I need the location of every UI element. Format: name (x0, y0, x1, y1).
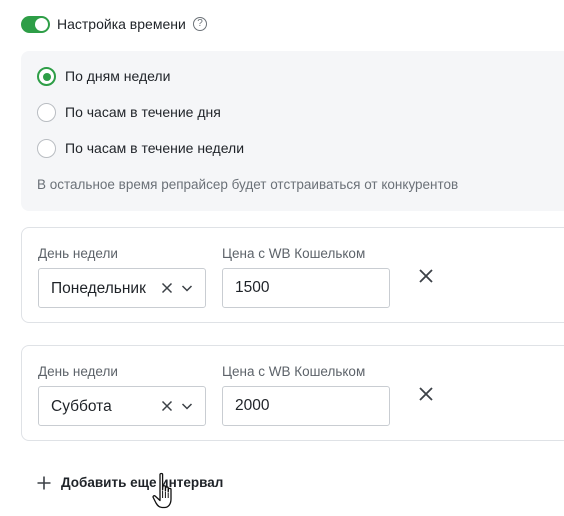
radio-by-hours-week[interactable] (37, 139, 56, 158)
close-icon[interactable] (418, 386, 434, 402)
day-of-week-label: День недели (38, 246, 118, 261)
day-of-week-select[interactable]: Суббота (38, 386, 206, 426)
help-circle-icon[interactable]: ? (193, 17, 207, 31)
time-settings-toggle[interactable] (21, 16, 50, 33)
day-of-week-label: День недели (38, 364, 118, 379)
radio-by-hours-day[interactable] (37, 103, 56, 122)
time-settings-title: Настройка времени (57, 16, 186, 32)
add-interval-button[interactable]: Добавить еще интервал (61, 475, 223, 491)
chevron-down-icon[interactable] (181, 401, 193, 411)
price-label: Цена с WB Кошельком (222, 246, 366, 261)
day-of-week-value: Суббота (51, 398, 112, 415)
close-icon[interactable] (418, 268, 434, 284)
hand-pointer-icon (152, 472, 172, 509)
price-label: Цена с WB Кошельком (222, 364, 366, 379)
radio-by-weekdays[interactable] (37, 67, 56, 86)
schedule-note: В остальное время репрайсер будет отстра… (37, 177, 459, 192)
chevron-down-icon[interactable] (181, 283, 193, 293)
radio-label-by-weekdays[interactable]: По дням недели (65, 68, 170, 85)
radio-label-by-hours-day[interactable]: По часам в течение дня (65, 104, 221, 121)
close-icon[interactable] (160, 281, 174, 295)
day-of-week-value: Понедельник (51, 280, 146, 297)
price-input[interactable] (222, 386, 390, 426)
toggle-knob (35, 18, 48, 31)
radio-label-by-hours-week[interactable]: По часам в течение недели (65, 140, 244, 157)
day-of-week-select[interactable]: Понедельник (38, 268, 206, 308)
plus-icon[interactable] (36, 475, 52, 491)
price-input[interactable] (222, 268, 390, 308)
close-icon[interactable] (160, 399, 174, 413)
